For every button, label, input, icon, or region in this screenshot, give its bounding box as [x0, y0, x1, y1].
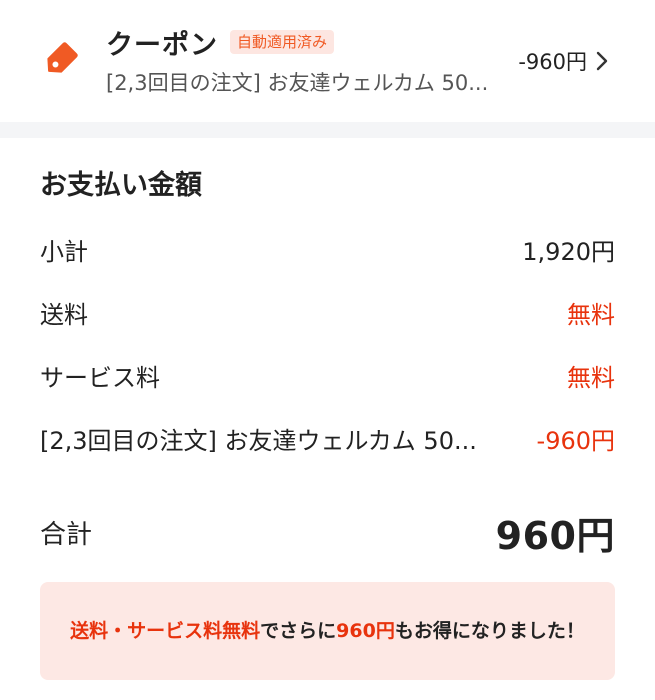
subtotal-label: 小計	[40, 238, 88, 266]
shipping-row: 送料 無料	[40, 281, 615, 344]
tag-icon	[38, 40, 80, 82]
savings-message: 送料・サービス料無料でさらに960円もお得になりました！	[70, 617, 585, 645]
subtotal-row: 小計 1,920円	[40, 218, 615, 281]
shipping-label: 送料	[40, 301, 88, 329]
service-fee-value: 無料	[567, 364, 615, 392]
savings-banner: 送料・サービス料無料でさらに960円もお得になりました！	[40, 582, 615, 680]
coupon-description: [2,3回目の注文] お友達ウェルカム 50...	[106, 71, 489, 95]
savings-connector: でさらに	[260, 620, 337, 642]
coupon-title: クーポン	[106, 29, 218, 61]
total-value: 960円	[495, 513, 615, 558]
service-fee-row: サービス料 無料	[40, 344, 615, 407]
coupon-info: クーポン 自動適用済み [2,3回目の注文] お友達ウェルカム 50...	[106, 25, 504, 97]
coupon-discount-row: [2,3回目の注文] お友達ウェルカム 50... -960円	[40, 407, 615, 470]
section-divider	[0, 122, 655, 138]
savings-amount: 960円	[336, 620, 395, 642]
shipping-value: 無料	[567, 301, 615, 329]
coupon-discount-value: -960円	[536, 427, 615, 455]
coupon-discount-label: [2,3回目の注文] お友達ウェルカム 50...	[40, 427, 477, 455]
savings-suffix: もお得になりました！	[394, 620, 585, 642]
savings-free-fees: 送料・サービス料無料	[70, 620, 261, 642]
coupon-amount: -960円	[518, 50, 587, 74]
chevron-right-icon[interactable]	[595, 49, 615, 73]
total-label: 合計	[40, 519, 93, 550]
payment-summary: お支払い金額 小計 1,920円 送料 無料 サービス料 無料 [2,3回目の注…	[40, 138, 615, 558]
total-row: 合計 960円	[40, 507, 615, 558]
subtotal-value: 1,920円	[522, 238, 615, 266]
payment-heading: お支払い金額	[40, 170, 202, 201]
auto-applied-badge: 自動適用済み	[230, 29, 335, 55]
service-fee-label: サービス料	[40, 364, 160, 392]
coupon-row[interactable]: クーポン 自動適用済み [2,3回目の注文] お友達ウェルカム 50... -9…	[0, 0, 655, 122]
